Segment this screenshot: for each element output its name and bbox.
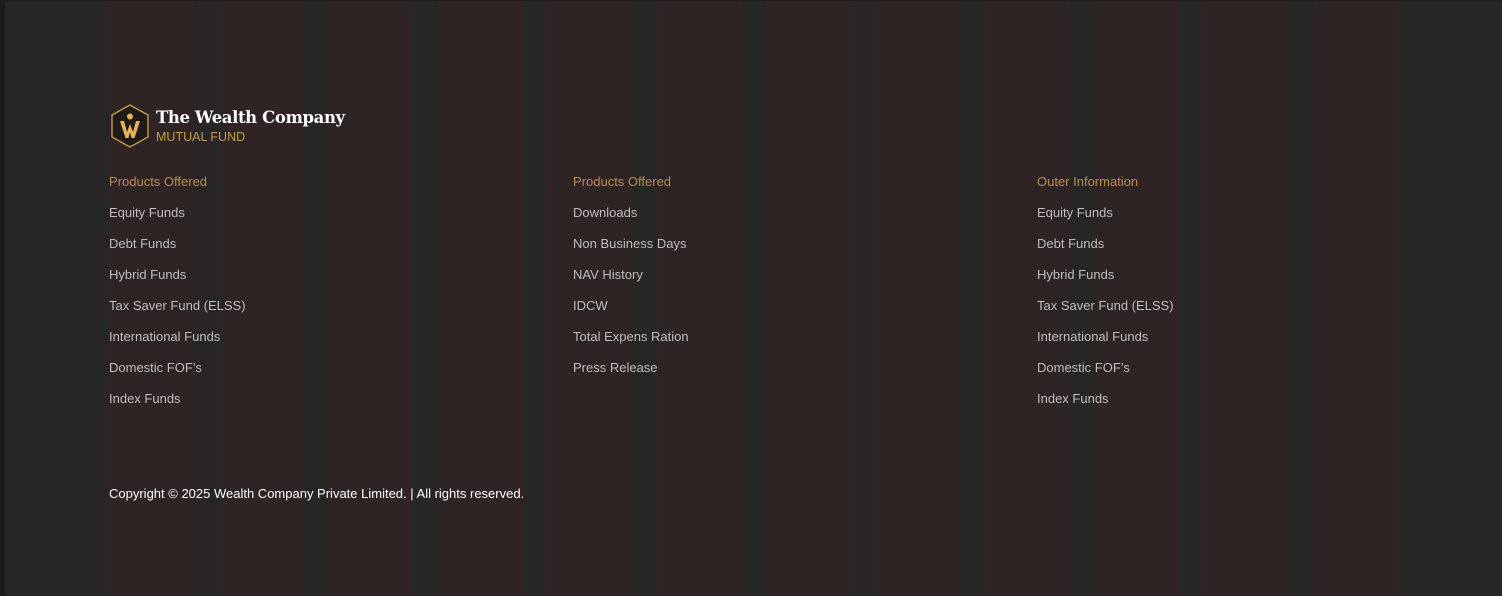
footer-link-nav-history[interactable]: NAV History <box>573 265 689 284</box>
footer-link-hybrid-funds[interactable]: Hybrid Funds <box>109 265 246 284</box>
site-footer: The Wealth Company MUTUAL FUND Products … <box>5 1 1502 596</box>
footer-link-debt-funds[interactable]: Debt Funds <box>109 234 246 253</box>
link-list: Downloads Non Business Days NAV History … <box>573 203 689 377</box>
footer-link-equity-funds[interactable]: Equity Funds <box>109 203 246 222</box>
footer-link-hybrid-funds[interactable]: Hybrid Funds <box>1037 265 1174 284</box>
footer-link-press-release[interactable]: Press Release <box>573 358 689 377</box>
footer-column-outer-information: Outer Information Equity Funds Debt Fund… <box>1037 172 1174 408</box>
footer-link-non-business-days[interactable]: Non Business Days <box>573 234 689 253</box>
footer-link-international-funds[interactable]: International Funds <box>109 327 246 346</box>
footer-link-idcw[interactable]: IDCW <box>573 296 689 315</box>
column-heading: Outer Information <box>1037 174 1139 189</box>
footer-link-tax-saver-fund[interactable]: Tax Saver Fund (ELSS) <box>109 296 246 315</box>
brand-logo-link[interactable]: The Wealth Company MUTUAL FUND <box>109 103 345 149</box>
footer-link-domestic-fofs[interactable]: Domestic FOF’s <box>1037 358 1174 377</box>
column-heading: Products Offered <box>573 174 672 189</box>
footer-column-products: Products Offered Equity Funds Debt Funds… <box>109 172 246 408</box>
footer-content: The Wealth Company MUTUAL FUND Products … <box>109 1 1399 596</box>
footer-link-index-funds[interactable]: Index Funds <box>109 389 246 408</box>
brand-name: The Wealth Company <box>156 107 345 127</box>
copyright-text: Copyright © 2025 Wealth Company Private … <box>109 486 525 501</box>
footer-link-international-funds[interactable]: International Funds <box>1037 327 1174 346</box>
link-list: Equity Funds Debt Funds Hybrid Funds Tax… <box>1037 203 1174 408</box>
column-heading: Products Offered <box>109 174 208 189</box>
footer-link-downloads[interactable]: Downloads <box>573 203 689 222</box>
footer-column-resources: Products Offered Downloads Non Business … <box>573 172 689 377</box>
footer-link-debt-funds[interactable]: Debt Funds <box>1037 234 1174 253</box>
footer-link-index-funds[interactable]: Index Funds <box>1037 389 1174 408</box>
footer-link-total-expense-ratio[interactable]: Total Expens Ration <box>573 327 689 346</box>
brand-subtitle: MUTUAL FUND <box>156 129 246 144</box>
wealth-company-logo-icon <box>111 104 149 148</box>
footer-link-equity-funds[interactable]: Equity Funds <box>1037 203 1174 222</box>
footer-link-domestic-fofs[interactable]: Domestic FOF’s <box>109 358 246 377</box>
footer-link-tax-saver-fund[interactable]: Tax Saver Fund (ELSS) <box>1037 296 1174 315</box>
link-list: Equity Funds Debt Funds Hybrid Funds Tax… <box>109 203 246 408</box>
